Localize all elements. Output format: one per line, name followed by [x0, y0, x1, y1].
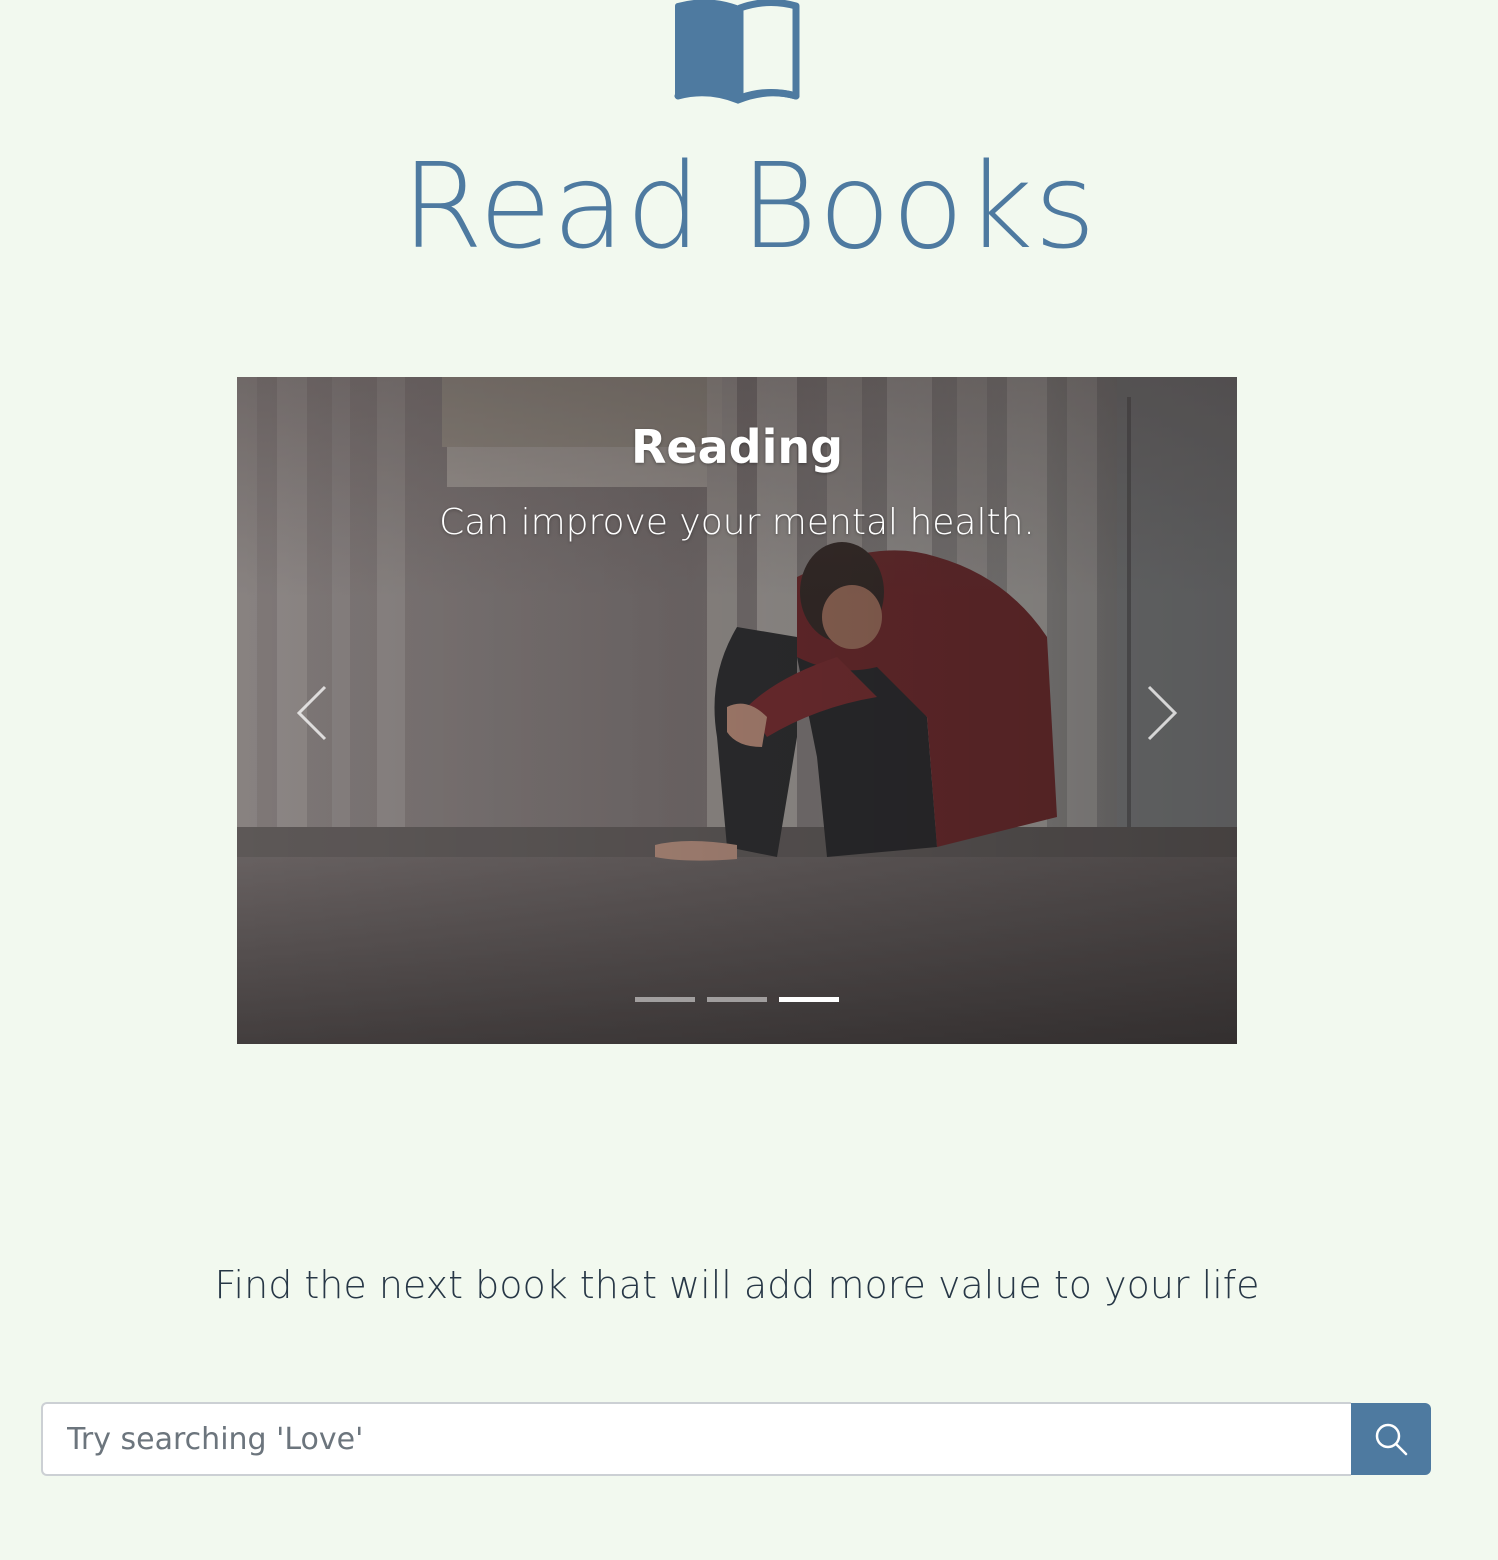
tagline: Find the next book that will add more va… [214, 1263, 1260, 1307]
carousel-indicator-1[interactable] [635, 997, 695, 1002]
carousel-next-button[interactable] [1131, 673, 1191, 753]
search-input[interactable] [41, 1402, 1351, 1476]
search-icon [1375, 1423, 1408, 1456]
chevron-left-icon [296, 685, 327, 741]
site-title: Read Books [401, 137, 1097, 275]
chevron-right-icon [1147, 685, 1178, 741]
carousel-indicators [237, 997, 1237, 1002]
carousel-prev-button[interactable] [283, 673, 343, 753]
carousel-indicator-3[interactable] [779, 997, 839, 1002]
open-book-icon [674, 0, 802, 106]
carousel-caption-title: Reading [630, 420, 844, 474]
carousel-caption-text: Can improve your mental health. [439, 502, 1035, 543]
search-button[interactable] [1351, 1403, 1431, 1475]
carousel-slide-image [237, 377, 1237, 1044]
carousel-indicator-2[interactable] [707, 997, 767, 1002]
hero-carousel: Reading Can improve your mental health. [237, 377, 1237, 1044]
search-bar [41, 1402, 1431, 1476]
